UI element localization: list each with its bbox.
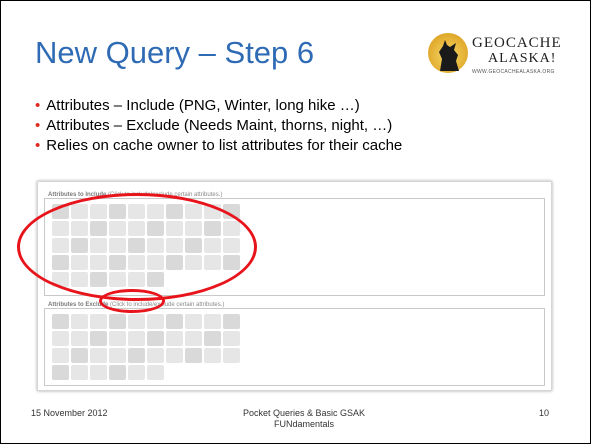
attribute-icon[interactable] <box>147 331 164 346</box>
attribute-icon[interactable] <box>204 348 221 363</box>
attribute-icon[interactable] <box>166 348 183 363</box>
attribute-icon[interactable] <box>147 314 164 329</box>
attribute-icon[interactable] <box>52 365 69 380</box>
footer-date: 15 November 2012 <box>31 408 108 418</box>
bullet-item: • Attributes – Include (PNG, Winter, long… <box>35 97 360 114</box>
attribute-icon[interactable] <box>71 348 88 363</box>
bullet-dot-icon: • <box>35 117 41 134</box>
attribute-icon[interactable] <box>109 331 126 346</box>
attribute-icon[interactable] <box>166 314 183 329</box>
attribute-icon[interactable] <box>128 331 145 346</box>
attribute-icon[interactable] <box>223 348 240 363</box>
logo-text-geocache: GEOCACHE <box>472 35 562 51</box>
howling-wolf-icon <box>439 40 459 71</box>
bullet-item: • Relies on cache owner to list attribute… <box>35 137 403 154</box>
attribute-icon[interactable] <box>52 348 69 363</box>
attribute-icon[interactable] <box>90 331 107 346</box>
attribute-icon[interactable] <box>90 314 107 329</box>
bullet-list: • Attributes – Include (PNG, Winter, long… <box>35 96 402 156</box>
attribute-icon[interactable] <box>185 314 202 329</box>
footer-title: Pocket Queries & Basic GSAK FUNdamentals <box>242 408 366 429</box>
attribute-icon[interactable] <box>52 314 69 329</box>
attribute-icon[interactable] <box>147 365 164 380</box>
logo-text-alaska: ALASKA! <box>488 51 557 66</box>
slide-title: New Query – Step 6 <box>35 35 315 70</box>
attribute-icon[interactable] <box>71 314 88 329</box>
attribute-icon[interactable] <box>109 365 126 380</box>
attribute-icon[interactable] <box>109 348 126 363</box>
attribute-icon[interactable] <box>128 365 145 380</box>
attribute-icon[interactable] <box>109 314 126 329</box>
logo-url: WWW.GEOCACHEALASKA.ORG <box>472 69 555 75</box>
attribute-icon[interactable] <box>185 348 202 363</box>
attribute-icon[interactable] <box>128 314 145 329</box>
bullet-dot-icon: • <box>35 137 41 154</box>
geocache-alaska-logo: GEOCACHE ALASKA! WWW.GEOCACHEALASKA.ORG <box>428 31 568 81</box>
attribute-icon[interactable] <box>52 331 69 346</box>
attribute-icon[interactable] <box>166 331 183 346</box>
attribute-icon[interactable] <box>223 314 240 329</box>
attribute-icon[interactable] <box>71 365 88 380</box>
highlight-ellipse-include <box>17 193 257 301</box>
attribute-icon[interactable] <box>204 314 221 329</box>
attribute-icon[interactable] <box>90 348 107 363</box>
attribute-icon[interactable] <box>90 365 107 380</box>
highlight-ellipse-exclude <box>99 289 165 313</box>
bullet-item: • Attributes – Exclude (Needs Maint, thor… <box>35 117 393 134</box>
page-number: 10 <box>539 408 550 418</box>
attribute-icon[interactable] <box>223 331 240 346</box>
attribute-icon[interactable] <box>147 348 164 363</box>
attribute-icon[interactable] <box>185 331 202 346</box>
exclude-icon-grid <box>52 314 240 380</box>
attribute-icon[interactable] <box>204 331 221 346</box>
bullet-dot-icon: • <box>35 97 41 114</box>
attribute-icon[interactable] <box>128 348 145 363</box>
attribute-icon[interactable] <box>71 331 88 346</box>
slide: New Query – Step 6 GEOCACHE ALASKA! WWW.… <box>0 0 591 444</box>
